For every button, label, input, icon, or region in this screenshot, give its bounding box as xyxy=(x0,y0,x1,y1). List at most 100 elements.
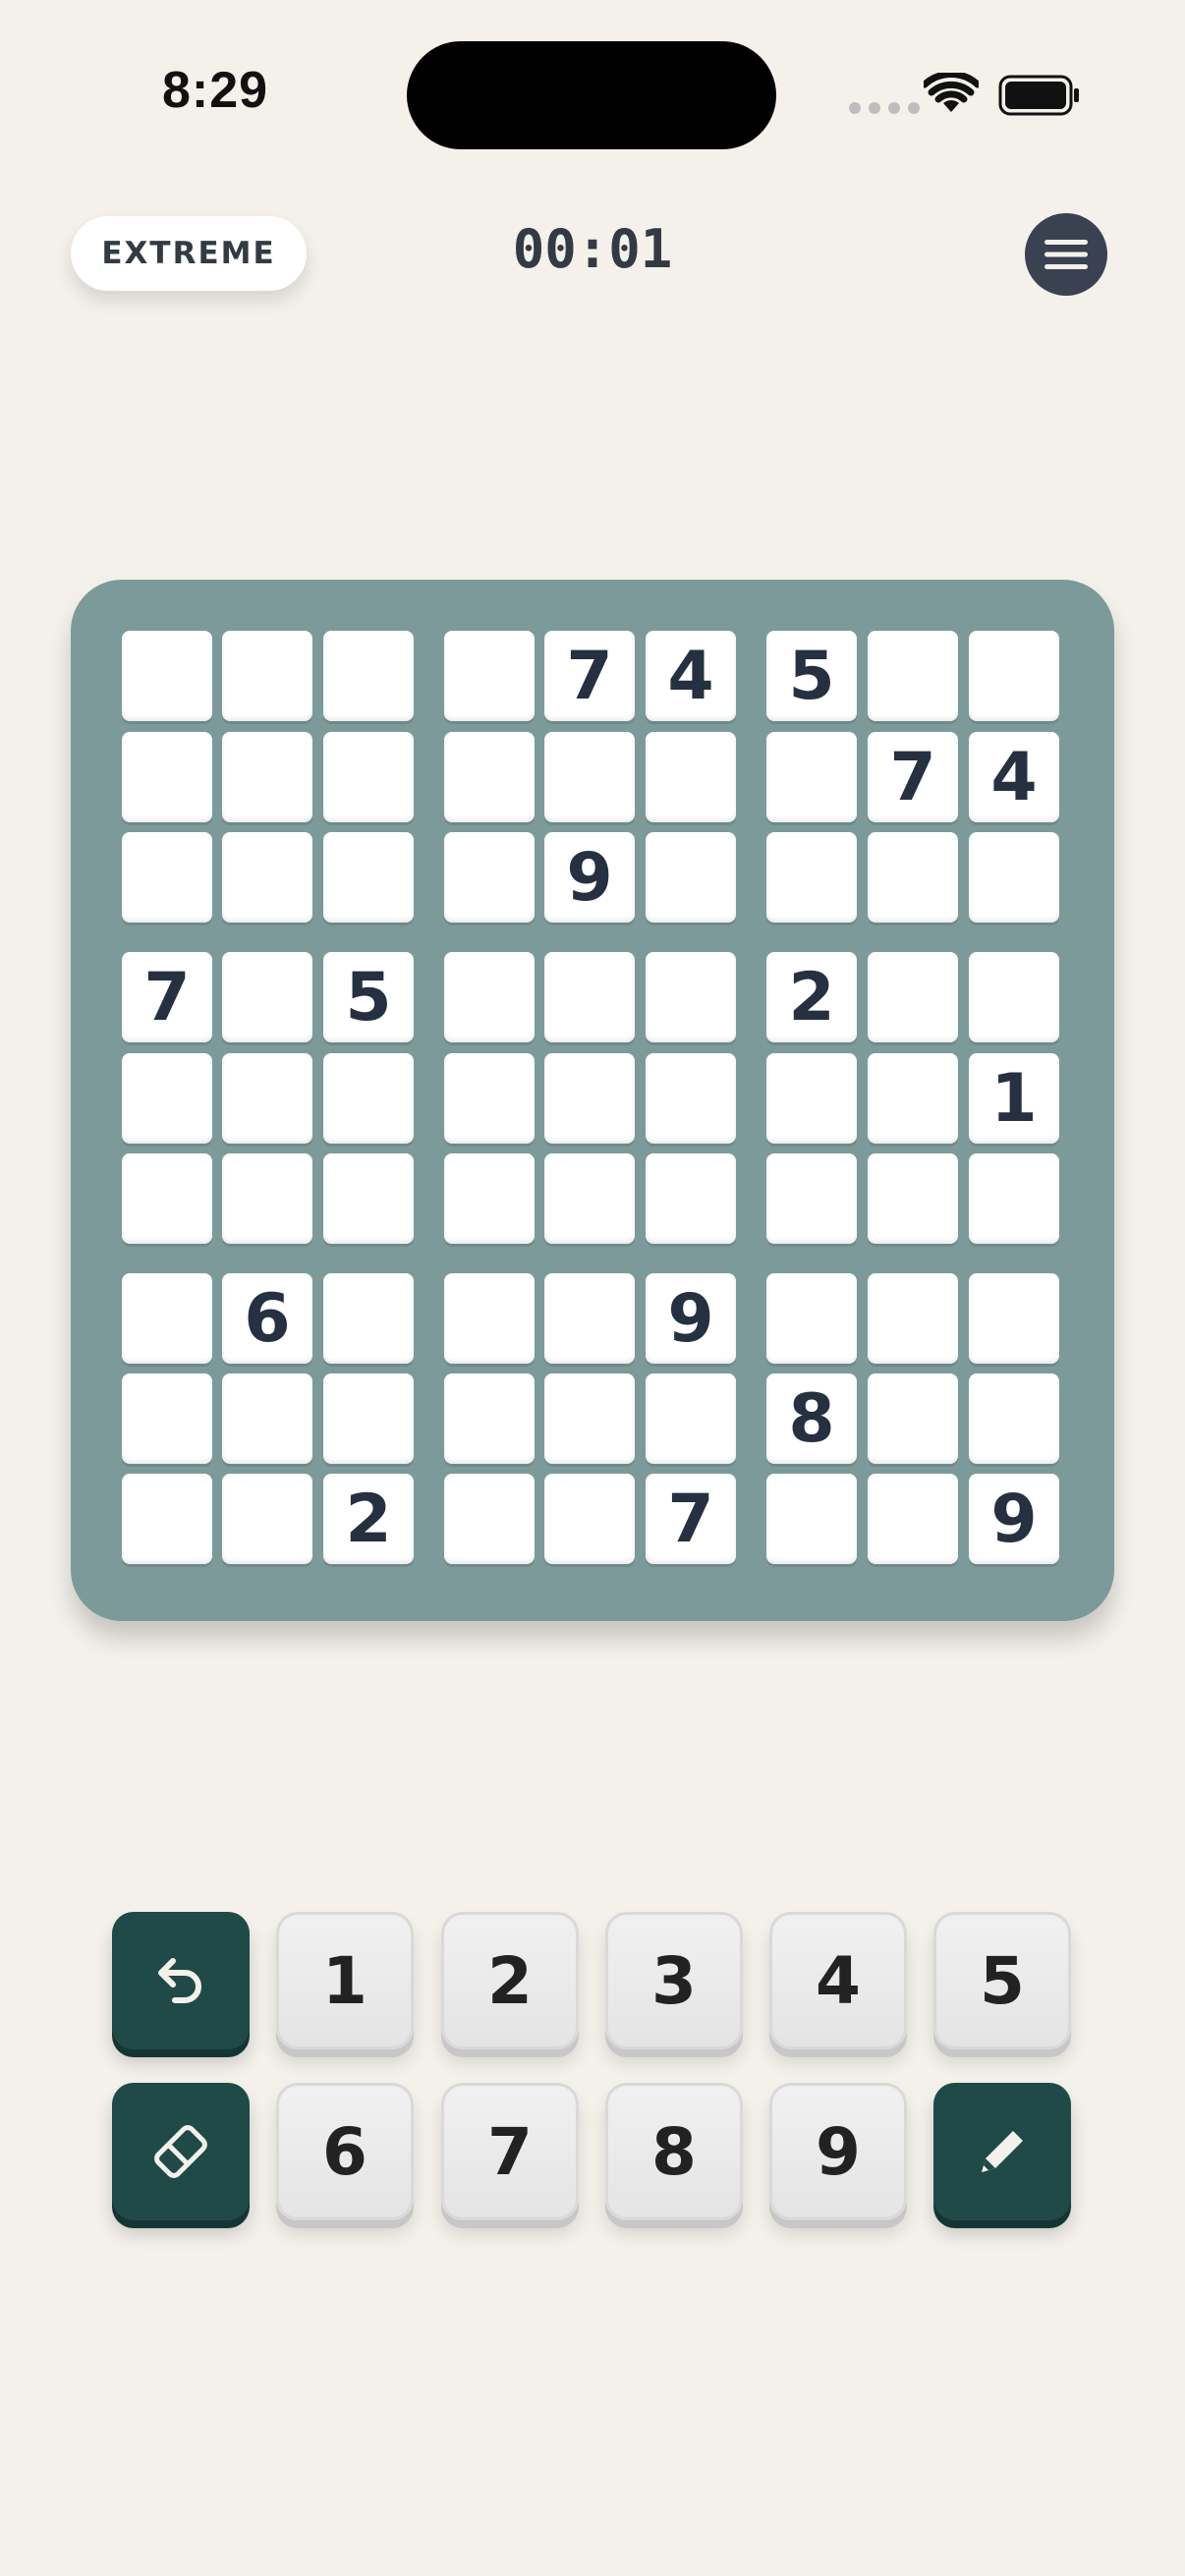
sudoku-cell-r9c5[interactable] xyxy=(544,1474,635,1564)
sudoku-cell-r1c7[interactable]: 5 xyxy=(766,631,857,721)
number-key-6[interactable]: 6 xyxy=(276,2083,414,2220)
sudoku-cell-r8c4[interactable] xyxy=(444,1373,535,1464)
sudoku-cell-r7c7[interactable] xyxy=(766,1273,857,1364)
sudoku-cell-r7c5[interactable] xyxy=(544,1273,635,1364)
sudoku-cell-r4c3[interactable]: 5 xyxy=(323,952,414,1042)
sudoku-cell-r6c1[interactable] xyxy=(122,1153,212,1244)
sudoku-cell-r6c9[interactable] xyxy=(969,1153,1059,1244)
sudoku-cell-r5c3[interactable] xyxy=(323,1053,414,1144)
sudoku-cell-r4c5[interactable] xyxy=(544,952,635,1042)
sudoku-cell-r2c5[interactable] xyxy=(544,732,635,822)
sudoku-cell-r8c2[interactable] xyxy=(222,1373,312,1464)
number-key-8[interactable]: 8 xyxy=(605,2083,743,2220)
sudoku-cell-r1c1[interactable] xyxy=(122,631,212,721)
sudoku-cell-r2c6[interactable] xyxy=(646,732,736,822)
sudoku-cell-r8c8[interactable] xyxy=(868,1373,958,1464)
sudoku-cell-r6c5[interactable] xyxy=(544,1153,635,1244)
sudoku-cell-r9c3[interactable]: 2 xyxy=(323,1474,414,1564)
pencil-icon xyxy=(972,2121,1033,2182)
sudoku-cell-r3c6[interactable] xyxy=(646,832,736,923)
sudoku-cell-r2c3[interactable] xyxy=(323,732,414,822)
sudoku-cell-r4c6[interactable] xyxy=(646,952,736,1042)
sudoku-cell-r5c8[interactable] xyxy=(868,1053,958,1144)
sudoku-cell-r9c2[interactable] xyxy=(222,1474,312,1564)
number-key-9[interactable]: 9 xyxy=(769,2083,907,2220)
sudoku-cell-r7c1[interactable] xyxy=(122,1273,212,1364)
sudoku-cell-r3c1[interactable] xyxy=(122,832,212,923)
game-timer: 00:01 xyxy=(512,218,673,280)
sudoku-cell-r2c7[interactable] xyxy=(766,732,857,822)
sudoku-cell-r9c7[interactable] xyxy=(766,1474,857,1564)
sudoku-cell-r7c2[interactable]: 6 xyxy=(222,1273,312,1364)
number-key-3[interactable]: 3 xyxy=(605,1912,743,2049)
number-key-4[interactable]: 4 xyxy=(769,1912,907,2049)
sudoku-cell-r8c3[interactable] xyxy=(323,1373,414,1464)
sudoku-cell-r2c4[interactable] xyxy=(444,732,535,822)
undo-button[interactable] xyxy=(112,1912,250,2049)
sudoku-cell-r4c1[interactable]: 7 xyxy=(122,952,212,1042)
sudoku-cell-r8c6[interactable] xyxy=(646,1373,736,1464)
sudoku-cell-r4c9[interactable] xyxy=(969,952,1059,1042)
sudoku-cell-r9c1[interactable] xyxy=(122,1474,212,1564)
sudoku-cell-r6c2[interactable] xyxy=(222,1153,312,1244)
sudoku-cell-r6c3[interactable] xyxy=(323,1153,414,1244)
sudoku-cell-r2c9[interactable]: 4 xyxy=(969,732,1059,822)
eraser-icon xyxy=(147,2118,214,2185)
sudoku-cell-r1c9[interactable] xyxy=(969,631,1059,721)
sudoku-cell-r5c9[interactable]: 1 xyxy=(969,1053,1059,1144)
menu-button[interactable] xyxy=(1025,213,1107,296)
sudoku-cell-r4c7[interactable]: 2 xyxy=(766,952,857,1042)
sudoku-cell-r1c2[interactable] xyxy=(222,631,312,721)
sudoku-cell-r3c9[interactable] xyxy=(969,832,1059,923)
sudoku-cell-r4c4[interactable] xyxy=(444,952,535,1042)
sudoku-cell-r3c4[interactable] xyxy=(444,832,535,923)
sudoku-cell-r3c3[interactable] xyxy=(323,832,414,923)
sudoku-cell-r7c9[interactable] xyxy=(969,1273,1059,1364)
sudoku-cell-r3c7[interactable] xyxy=(766,832,857,923)
eraser-button[interactable] xyxy=(112,2083,250,2220)
sudoku-cell-r2c8[interactable]: 7 xyxy=(868,732,958,822)
sudoku-cell-r2c1[interactable] xyxy=(122,732,212,822)
number-key-2[interactable]: 2 xyxy=(441,1912,579,2049)
sudoku-cell-r5c1[interactable] xyxy=(122,1053,212,1144)
sudoku-cell-r6c7[interactable] xyxy=(766,1153,857,1244)
sudoku-cell-r7c8[interactable] xyxy=(868,1273,958,1364)
sudoku-cell-r6c4[interactable] xyxy=(444,1153,535,1244)
sudoku-cell-r2c2[interactable] xyxy=(222,732,312,822)
sudoku-cell-r7c6[interactable]: 9 xyxy=(646,1273,736,1364)
sudoku-cell-r6c8[interactable] xyxy=(868,1153,958,1244)
sudoku-cell-r1c8[interactable] xyxy=(868,631,958,721)
pencil-button[interactable] xyxy=(933,2083,1071,2220)
sudoku-cell-r4c8[interactable] xyxy=(868,952,958,1042)
sudoku-cell-r4c2[interactable] xyxy=(222,952,312,1042)
sudoku-cell-r5c7[interactable] xyxy=(766,1053,857,1144)
sudoku-cell-r1c6[interactable]: 4 xyxy=(646,631,736,721)
sudoku-app: 8:29 EXTREME 00:01 7457497521698279 1234… xyxy=(0,0,1185,2576)
sudoku-cell-r5c5[interactable] xyxy=(544,1053,635,1144)
sudoku-cell-r6c6[interactable] xyxy=(646,1153,736,1244)
sudoku-cell-r5c4[interactable] xyxy=(444,1053,535,1144)
number-key-5[interactable]: 5 xyxy=(933,1912,1071,2049)
sudoku-cell-r9c6[interactable]: 7 xyxy=(646,1474,736,1564)
sudoku-cell-r8c7[interactable]: 8 xyxy=(766,1373,857,1464)
sudoku-cell-r8c1[interactable] xyxy=(122,1373,212,1464)
sudoku-cell-r7c4[interactable] xyxy=(444,1273,535,1364)
sudoku-cell-r3c8[interactable] xyxy=(868,832,958,923)
sudoku-cell-r9c8[interactable] xyxy=(868,1474,958,1564)
sudoku-cell-r5c2[interactable] xyxy=(222,1053,312,1144)
sudoku-cell-r8c5[interactable] xyxy=(544,1373,635,1464)
cellular-signal-icon xyxy=(849,102,920,114)
number-key-1[interactable]: 1 xyxy=(276,1912,414,2049)
battery-icon xyxy=(998,75,1079,116)
sudoku-cell-r3c5[interactable]: 9 xyxy=(544,832,635,923)
sudoku-cell-r7c3[interactable] xyxy=(323,1273,414,1364)
sudoku-cell-r8c9[interactable] xyxy=(969,1373,1059,1464)
sudoku-cell-r1c5[interactable]: 7 xyxy=(544,631,635,721)
number-key-7[interactable]: 7 xyxy=(441,2083,579,2220)
sudoku-cell-r1c3[interactable] xyxy=(323,631,414,721)
sudoku-cell-r9c4[interactable] xyxy=(444,1474,535,1564)
sudoku-cell-r9c9[interactable]: 9 xyxy=(969,1474,1059,1564)
sudoku-cell-r5c6[interactable] xyxy=(646,1053,736,1144)
sudoku-cell-r3c2[interactable] xyxy=(222,832,312,923)
sudoku-cell-r1c4[interactable] xyxy=(444,631,535,721)
